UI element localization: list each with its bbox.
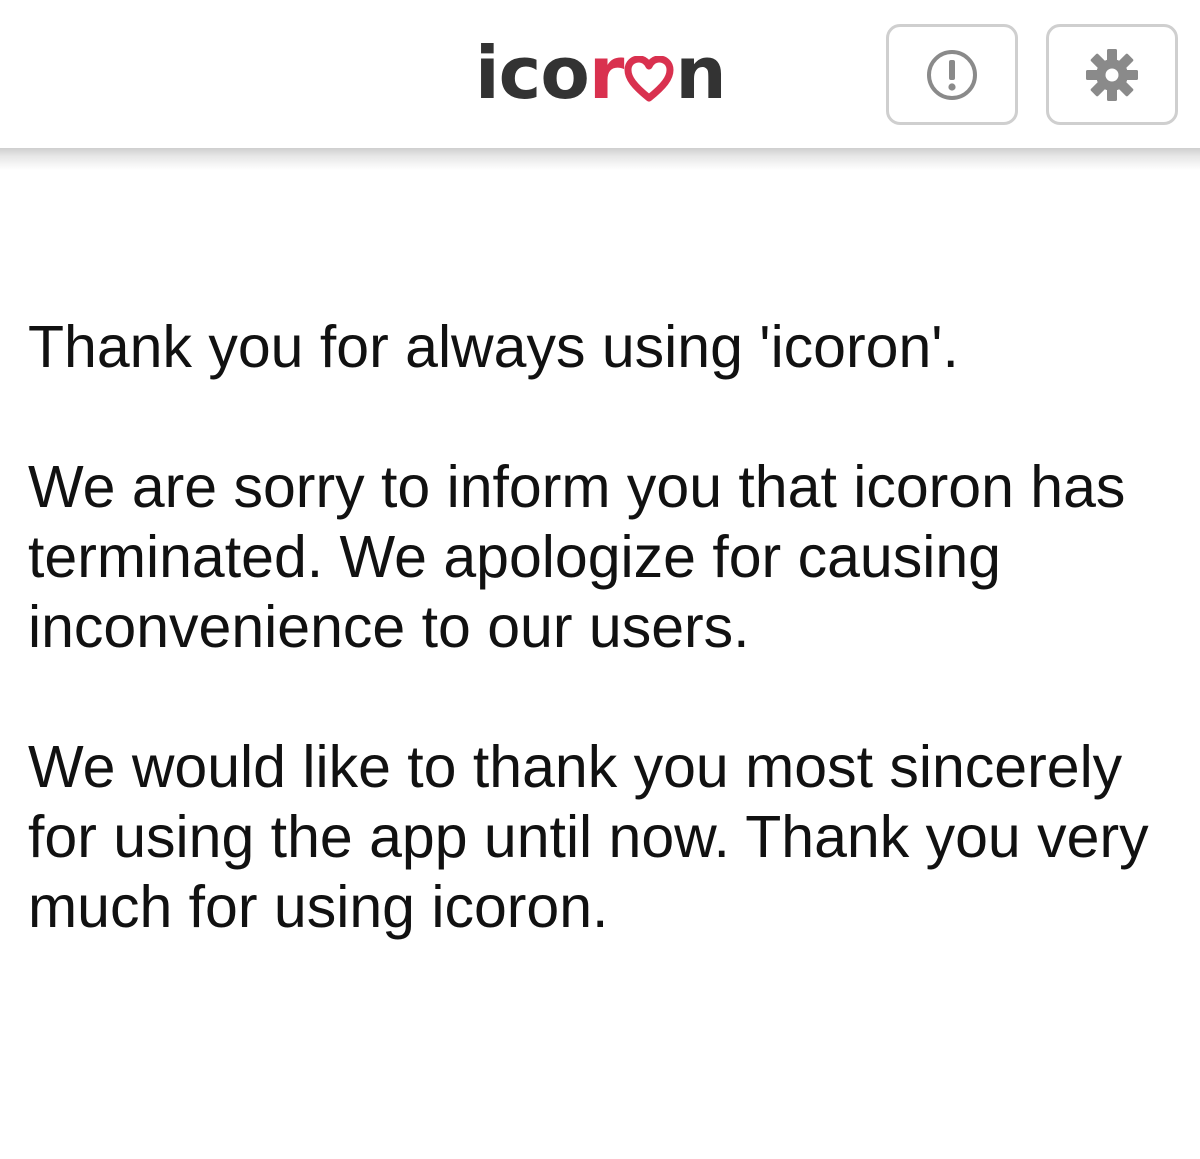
notice-paragraph-gratitude: We would like to thank you most sincerel…: [28, 734, 1149, 940]
heart-icon: [624, 32, 674, 102]
icoron-logo: ico r n: [475, 28, 727, 118]
termination-notice: Thank you for always using 'icoron'. We …: [28, 312, 1178, 1012]
app-header: ico r n: [0, 0, 1200, 148]
notice-paragraph-termination: We are sorry to inform you that icoron h…: [28, 454, 1126, 660]
settings-button[interactable]: [1046, 24, 1178, 125]
info-button[interactable]: [886, 24, 1018, 125]
gear-icon: [1082, 45, 1142, 105]
logo-text-n: n: [675, 31, 726, 115]
header-divider: [0, 148, 1200, 170]
app-screen: ico r n Thank you for always using 'icor…: [0, 0, 1200, 1159]
notice-paragraph-thanks: Thank you for always using 'icoron'.: [28, 314, 959, 380]
logo-text-ico: ico: [475, 31, 590, 115]
exclamation-circle-icon: [924, 47, 980, 103]
logo-text-r: r: [588, 31, 625, 115]
